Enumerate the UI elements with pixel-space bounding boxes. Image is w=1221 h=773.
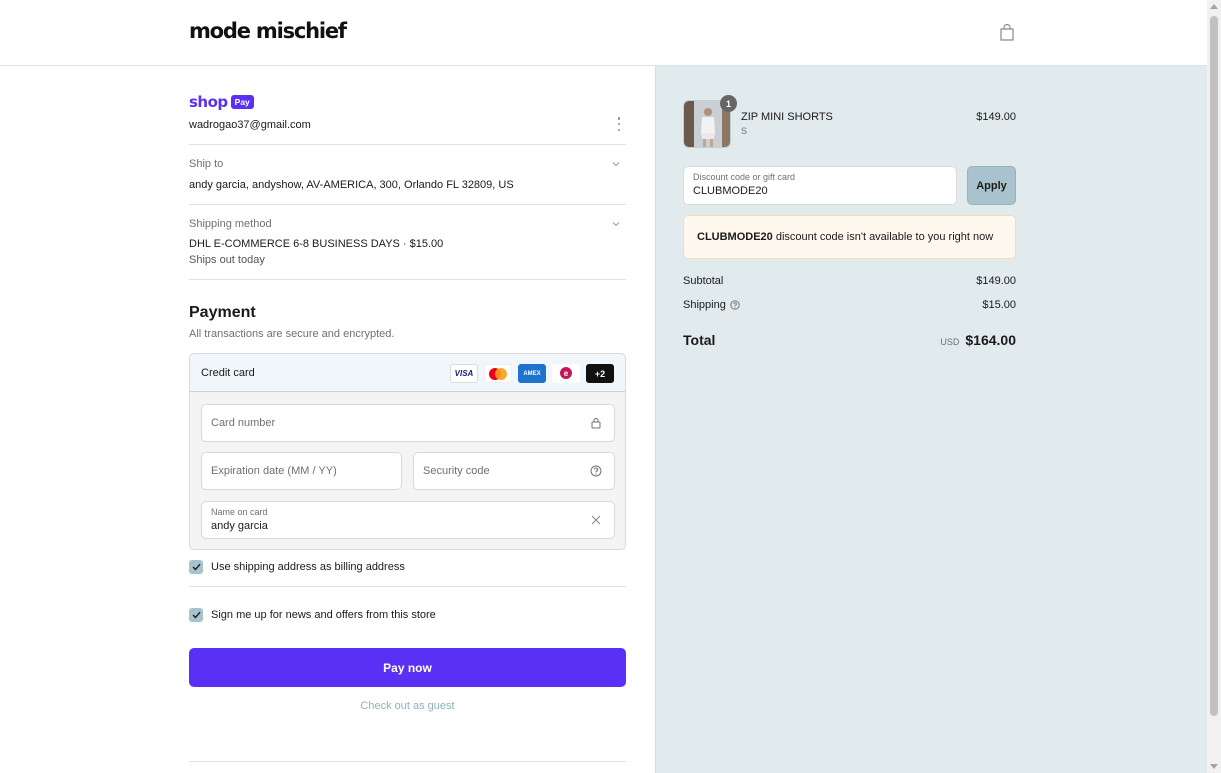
shop-pay-word: shop xyxy=(189,93,228,111)
total-value: $164.00 xyxy=(965,332,1016,348)
newsletter-checkbox[interactable] xyxy=(189,608,203,622)
discount-code-value: CLUBMODE20 xyxy=(693,185,768,197)
shipping-value: $15.00 xyxy=(982,299,1016,311)
expiration-placeholder: Expiration date (MM / YY) xyxy=(211,465,337,477)
discount-code-label: Discount code or gift card xyxy=(693,172,796,182)
account-email: wadrogao37@gmail.com xyxy=(189,119,311,131)
shop-pay-pill: Pay xyxy=(230,95,254,109)
divider xyxy=(189,586,626,587)
item-quantity-badge: 1 xyxy=(720,95,737,112)
payment-subtitle: All transactions are secure and encrypte… xyxy=(189,328,395,340)
card-number-input[interactable]: Card number xyxy=(201,404,615,442)
amex-icon: AMEX xyxy=(518,364,546,383)
name-on-card-label: Name on card xyxy=(211,507,268,517)
name-on-card-input[interactable]: Name on card andy garcia xyxy=(201,501,615,539)
more-options-icon[interactable] xyxy=(617,117,621,131)
discount-error-notice: CLUBMODE20 discount code isn't available… xyxy=(683,215,1016,259)
subtotal-label: Subtotal xyxy=(683,275,724,287)
divider xyxy=(189,279,626,280)
shop-pay-logo: shop Pay xyxy=(189,93,254,111)
shipping-method-note: Ships out today xyxy=(189,254,265,266)
product-variant: S xyxy=(741,126,748,136)
more-brands-badge: +2 xyxy=(586,364,614,383)
billing-same-checkbox-row[interactable]: Use shipping address as billing address xyxy=(189,560,405,574)
credit-card-option[interactable]: Credit card VISA AMEX e +2 xyxy=(190,354,625,392)
checkmark-icon xyxy=(192,563,201,571)
discount-code-input[interactable]: Discount code or gift card CLUBMODE20 xyxy=(683,166,957,205)
card-brands: VISA AMEX e +2 xyxy=(450,364,614,383)
notice-code: CLUBMODE20 xyxy=(697,231,773,243)
notice-text: discount code isn't available to you rig… xyxy=(772,231,994,243)
help-circle-icon[interactable] xyxy=(590,465,602,477)
billing-same-label: Use shipping address as billing address xyxy=(211,561,405,573)
header: mode mischief xyxy=(0,0,1207,66)
ship-to-address: andy garcia, andyshow, AV-AMERICA, 300, … xyxy=(189,179,514,191)
total-label: Total xyxy=(683,332,716,348)
expiration-date-input[interactable]: Expiration date (MM / YY) xyxy=(201,452,402,490)
ship-to-label: Ship to xyxy=(189,158,224,170)
elo-icon: e xyxy=(552,364,580,383)
subtotal-value: $149.00 xyxy=(976,275,1016,287)
security-code-placeholder: Security code xyxy=(423,465,490,477)
product-name: ZIP MINI SHORTS xyxy=(741,111,833,123)
subtotal-row: Subtotal $149.00 xyxy=(683,275,1016,287)
page-scrollbar[interactable] xyxy=(1207,0,1221,773)
store-logo[interactable]: mode mischief xyxy=(189,19,347,43)
credit-card-label: Credit card xyxy=(201,367,255,379)
checkout-as-guest-link[interactable]: Check out as guest xyxy=(189,700,626,712)
apply-discount-button[interactable]: Apply xyxy=(967,166,1016,205)
help-circle-icon[interactable] xyxy=(730,300,740,310)
shipping-label: Shipping xyxy=(683,299,726,311)
scrollbar-thumb[interactable] xyxy=(1210,16,1218,716)
checkmark-icon xyxy=(192,611,201,619)
shopping-bag-icon[interactable] xyxy=(999,24,1015,42)
total-row: Total USD $164.00 xyxy=(683,332,1016,348)
security-code-input[interactable]: Security code xyxy=(413,452,615,490)
chevron-down-icon[interactable] xyxy=(612,221,620,227)
shipping-method-label: Shipping method xyxy=(189,218,272,230)
mastercard-icon xyxy=(484,364,512,383)
clear-icon[interactable] xyxy=(590,514,602,526)
lock-icon xyxy=(591,418,601,429)
scroll-up-arrow-icon[interactable] xyxy=(1210,4,1218,9)
name-on-card-value: andy garcia xyxy=(211,520,268,532)
svg-text:e: e xyxy=(564,369,569,378)
shipping-row: Shipping $15.00 xyxy=(683,299,1016,311)
scroll-down-arrow-icon[interactable] xyxy=(1210,764,1218,769)
pay-now-button[interactable]: Pay now xyxy=(189,648,626,687)
payment-title: Payment xyxy=(189,304,256,321)
divider xyxy=(189,204,626,205)
divider xyxy=(189,144,626,145)
currency-code: USD xyxy=(940,337,960,347)
newsletter-label: Sign me up for news and offers from this… xyxy=(211,609,436,621)
card-number-placeholder: Card number xyxy=(211,417,276,429)
visa-icon: VISA xyxy=(450,364,478,383)
chevron-down-icon[interactable] xyxy=(612,161,620,167)
shipping-method-value: DHL E-COMMERCE 6-8 BUSINESS DAYS · $15.0… xyxy=(189,238,444,250)
billing-same-checkbox[interactable] xyxy=(189,560,203,574)
product-price: $149.00 xyxy=(976,111,1016,123)
newsletter-checkbox-row[interactable]: Sign me up for news and offers from this… xyxy=(189,608,436,622)
divider xyxy=(189,761,626,762)
